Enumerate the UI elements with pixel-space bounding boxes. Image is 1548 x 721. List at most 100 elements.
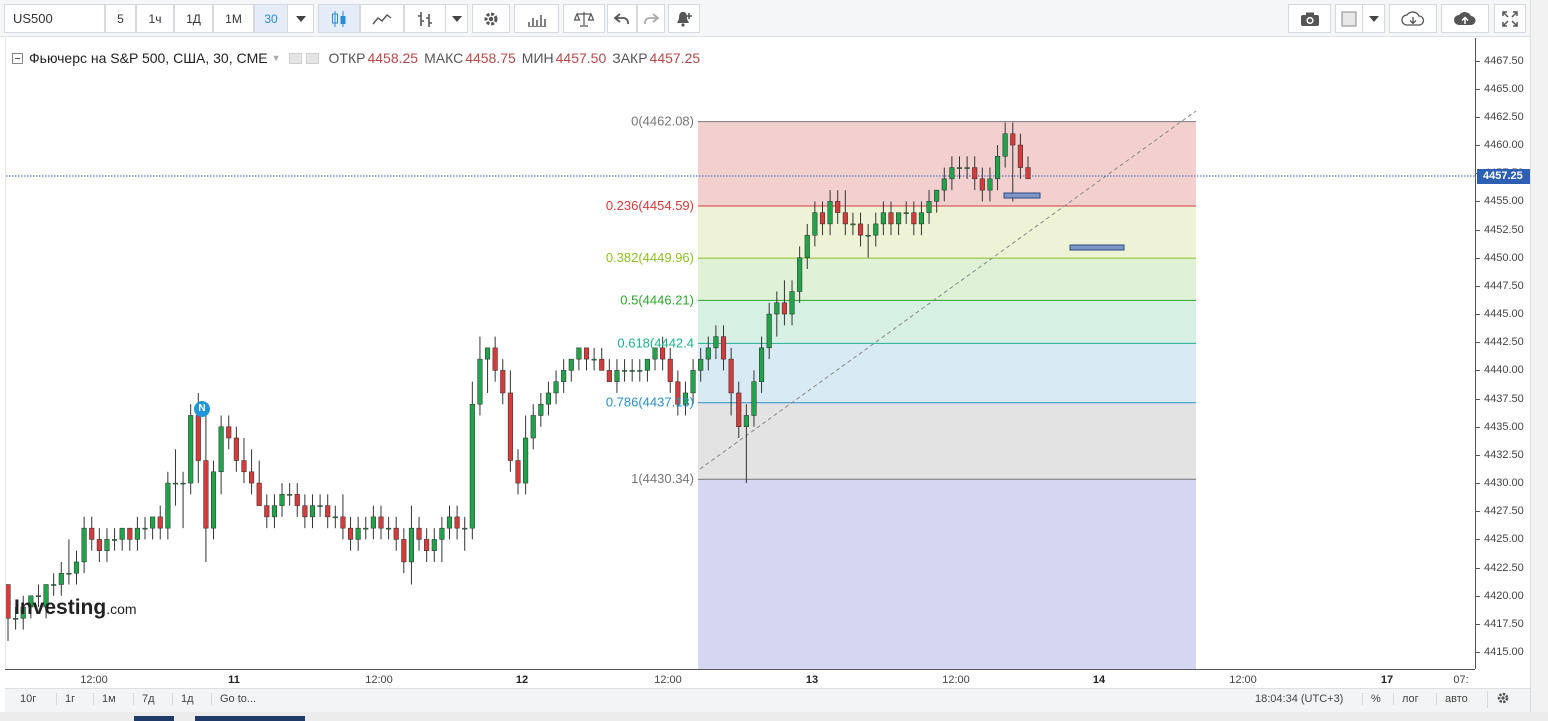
- candle-up: [614, 370, 620, 382]
- candle-down: [736, 392, 742, 427]
- vertical-scrollbar[interactable]: [1530, 0, 1548, 712]
- chevron-down-icon[interactable]: ▼: [272, 53, 281, 63]
- price-chart[interactable]: 0(4462.08) 0.236(4454.59) 0.382(4449.96) 0.…: [6, 38, 1476, 669]
- fibonacci-retracement[interactable]: [698, 121, 1196, 669]
- time-tick: 12:00: [654, 674, 682, 686]
- price-tick: 4455.00: [1476, 194, 1531, 208]
- candle-down: [515, 460, 521, 484]
- range-1m-button[interactable]: 1м: [93, 693, 116, 705]
- fullscreen-button[interactable]: [1494, 4, 1526, 33]
- collapse-icon[interactable]: [12, 52, 23, 64]
- fib-zone: [698, 402, 1196, 480]
- candles-style-button[interactable]: [318, 4, 360, 33]
- candle-up: [789, 291, 795, 315]
- fib-level-label: 0.382(4449.96): [606, 250, 694, 265]
- goto-button[interactable]: Go to...: [211, 693, 256, 705]
- candle-down: [835, 201, 841, 213]
- instrument-title[interactable]: Фьючерс на S&P 500, США, 30, CME: [29, 50, 268, 66]
- time-tick: 13: [805, 674, 819, 686]
- candle-up: [964, 167, 970, 169]
- candle-up: [766, 313, 772, 349]
- open-label: ОТКР: [328, 50, 366, 66]
- time-tick: 11: [228, 674, 240, 686]
- open-value: 4458.25: [367, 50, 419, 66]
- candle-up: [949, 167, 955, 180]
- range-1d-button[interactable]: 1д: [172, 693, 194, 705]
- interval-30-button[interactable]: 30: [254, 4, 288, 33]
- load-from-cloud-button[interactable]: [1389, 4, 1437, 33]
- candle-up: [538, 403, 544, 416]
- undo-button[interactable]: [607, 4, 637, 33]
- settings-button[interactable]: [472, 4, 510, 33]
- candle-up: [629, 370, 635, 372]
- interval-5-button[interactable]: 5: [105, 4, 136, 33]
- candle-up: [827, 201, 833, 225]
- cloud-upload-icon: [1454, 11, 1476, 25]
- background-color-dropdown[interactable]: [1363, 4, 1385, 33]
- horizontal-scrollbar[interactable]: [0, 712, 1548, 721]
- candle-up: [690, 370, 696, 394]
- candle-up: [850, 223, 856, 226]
- candle-down: [1025, 167, 1031, 180]
- candle-down: [249, 471, 255, 484]
- candle-down: [500, 370, 506, 394]
- candle-up: [1002, 133, 1008, 157]
- candle-up: [903, 212, 909, 214]
- indicator-volume-button[interactable]: [514, 4, 559, 33]
- candle-up: [58, 572, 64, 585]
- interval-1d-button[interactable]: 1Д: [174, 4, 213, 33]
- range-1y-button[interactable]: 1г: [56, 693, 75, 705]
- redo-button[interactable]: [637, 4, 665, 33]
- price-tick: 4447.50: [1476, 279, 1531, 293]
- price-tick: 4415.00: [1476, 645, 1531, 659]
- indicators-button[interactable]: [360, 4, 404, 33]
- candle-up: [896, 212, 902, 225]
- balance-button[interactable]: [563, 4, 605, 33]
- time-axis[interactable]: 12:00 11 12:00 12 12:00 13 12:00 14 12:00 17 07:: [5, 669, 1475, 688]
- interval-dropdown-button[interactable]: [288, 4, 314, 33]
- range-10y-button[interactable]: 10г: [20, 693, 36, 705]
- compare-dropdown-button[interactable]: [446, 4, 468, 33]
- candle-down: [507, 392, 513, 461]
- snapshot-button[interactable]: [1288, 4, 1331, 33]
- background-color-button[interactable]: [1335, 4, 1363, 33]
- scrollbar-thumb[interactable]: [134, 716, 174, 721]
- price-axis[interactable]: 4467.504465.004462.504460.004457.504455.…: [1475, 38, 1530, 669]
- drawn-rectangle[interactable]: [1069, 244, 1125, 251]
- candle-up: [150, 516, 156, 529]
- scrollbar-thumb[interactable]: [195, 716, 305, 721]
- high-label: МАКС: [424, 50, 464, 66]
- close-value: 4457.25: [649, 50, 701, 66]
- percent-scale-button[interactable]: %: [1362, 693, 1381, 705]
- candle-up: [995, 156, 1001, 180]
- save-to-cloud-button[interactable]: [1441, 4, 1489, 33]
- bars-icon: [418, 11, 432, 27]
- symbol-search-input[interactable]: US500: [4, 4, 105, 33]
- compare-button[interactable]: [404, 4, 446, 33]
- candle-up: [553, 381, 559, 394]
- visibility-icon[interactable]: [288, 52, 302, 64]
- log-scale-button[interactable]: лог: [1393, 693, 1419, 705]
- auto-scale-button[interactable]: авто: [1436, 693, 1468, 705]
- scales-icon: [574, 11, 594, 27]
- chart-pane[interactable]: 0(4462.08) 0.236(4454.59) 0.382(4449.96) 0.…: [5, 38, 1476, 669]
- range-7d-button[interactable]: 7д: [133, 693, 155, 705]
- chart-settings-button[interactable]: [1487, 691, 1510, 708]
- candle-up: [134, 527, 140, 540]
- candle-up: [112, 539, 118, 541]
- candle-up: [210, 471, 217, 529]
- candle-down: [378, 516, 384, 529]
- candle-down: [6, 584, 11, 619]
- drawn-rectangle[interactable]: [1003, 192, 1041, 199]
- alert-button[interactable]: [668, 4, 700, 33]
- chevron-down-icon: [1368, 15, 1379, 22]
- redo-icon: [644, 12, 659, 24]
- candle-up: [172, 482, 179, 485]
- candle-down: [302, 505, 308, 518]
- fib-zone: [698, 479, 1196, 669]
- news-marker[interactable]: N: [194, 401, 210, 417]
- delete-icon[interactable]: [305, 52, 319, 64]
- candle-up: [956, 167, 963, 169]
- interval-1h-button[interactable]: 1ч: [136, 4, 174, 33]
- interval-1m-button[interactable]: 1М: [213, 4, 254, 33]
